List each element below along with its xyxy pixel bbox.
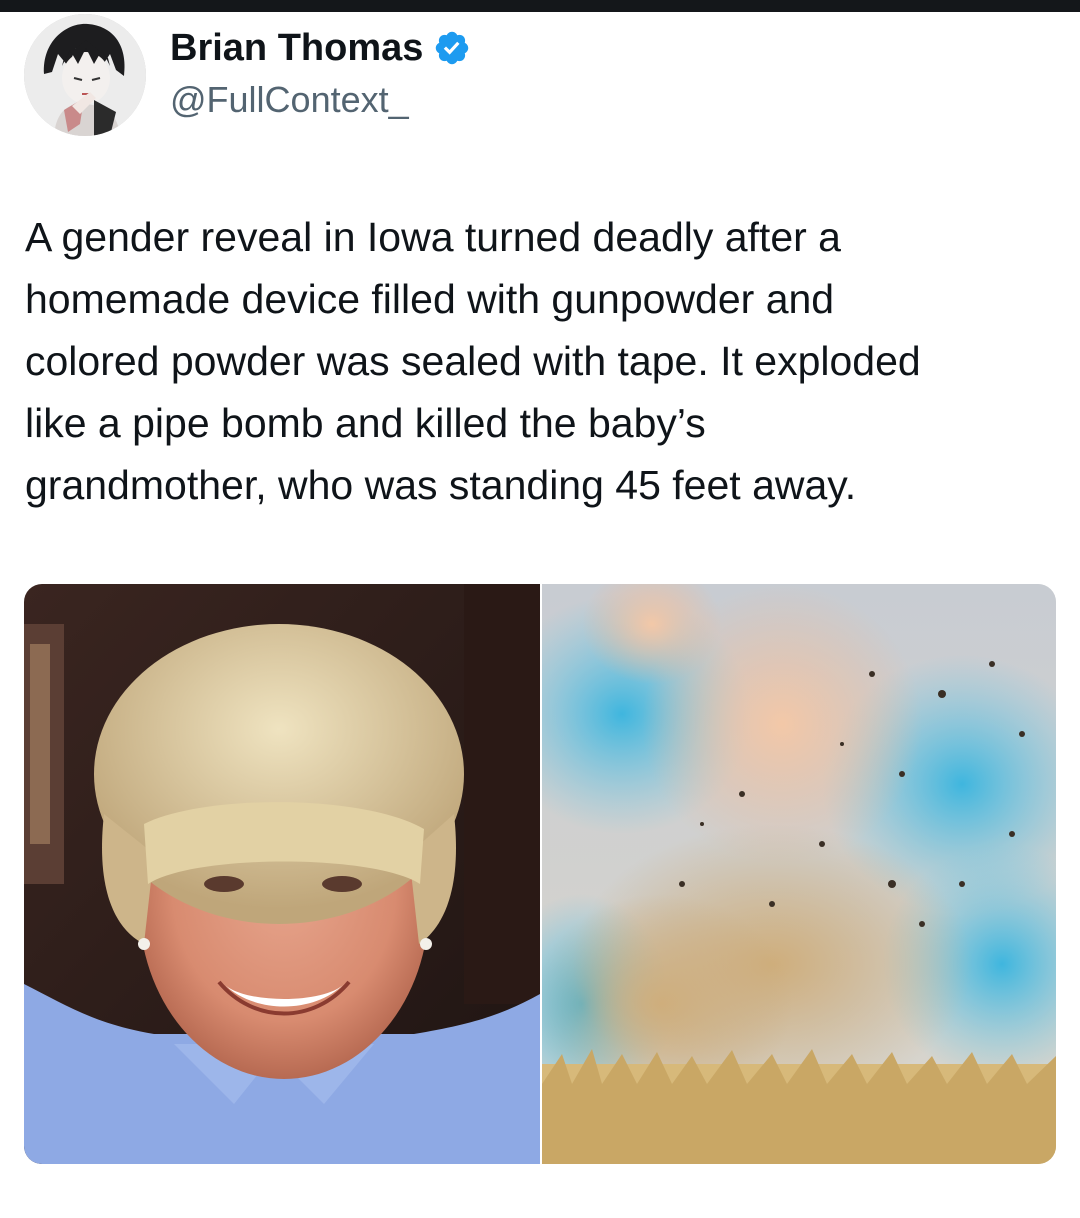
anime-avatar-icon	[24, 14, 146, 136]
tweet-text-line: colored powder was sealed with tape. It …	[25, 338, 921, 384]
author-handle[interactable]: @FullContext_	[170, 76, 409, 124]
tweet-text-line: grandmother, who was standing 45 feet aw…	[25, 462, 857, 508]
author-name-text: Brian Thomas	[170, 27, 424, 69]
author-display-name[interactable]: Brian Thomas	[170, 22, 471, 74]
tweet-text-line: A gender reveal in Iowa turned deadly af…	[25, 214, 841, 260]
verified-badge-icon	[433, 29, 471, 67]
media-photo-woman[interactable]	[24, 584, 540, 1164]
top-bar	[0, 0, 1080, 12]
media-photo-explosion[interactable]	[540, 584, 1056, 1164]
tweet-text-line: homemade device filled with gunpowder an…	[25, 276, 835, 322]
media-grid	[24, 584, 1056, 1164]
tweet-text: A gender reveal in Iowa turned deadly af…	[25, 206, 1065, 516]
avatar[interactable]	[24, 14, 146, 136]
tweet-text-line: like a pipe bomb and killed the baby’s	[25, 400, 706, 446]
